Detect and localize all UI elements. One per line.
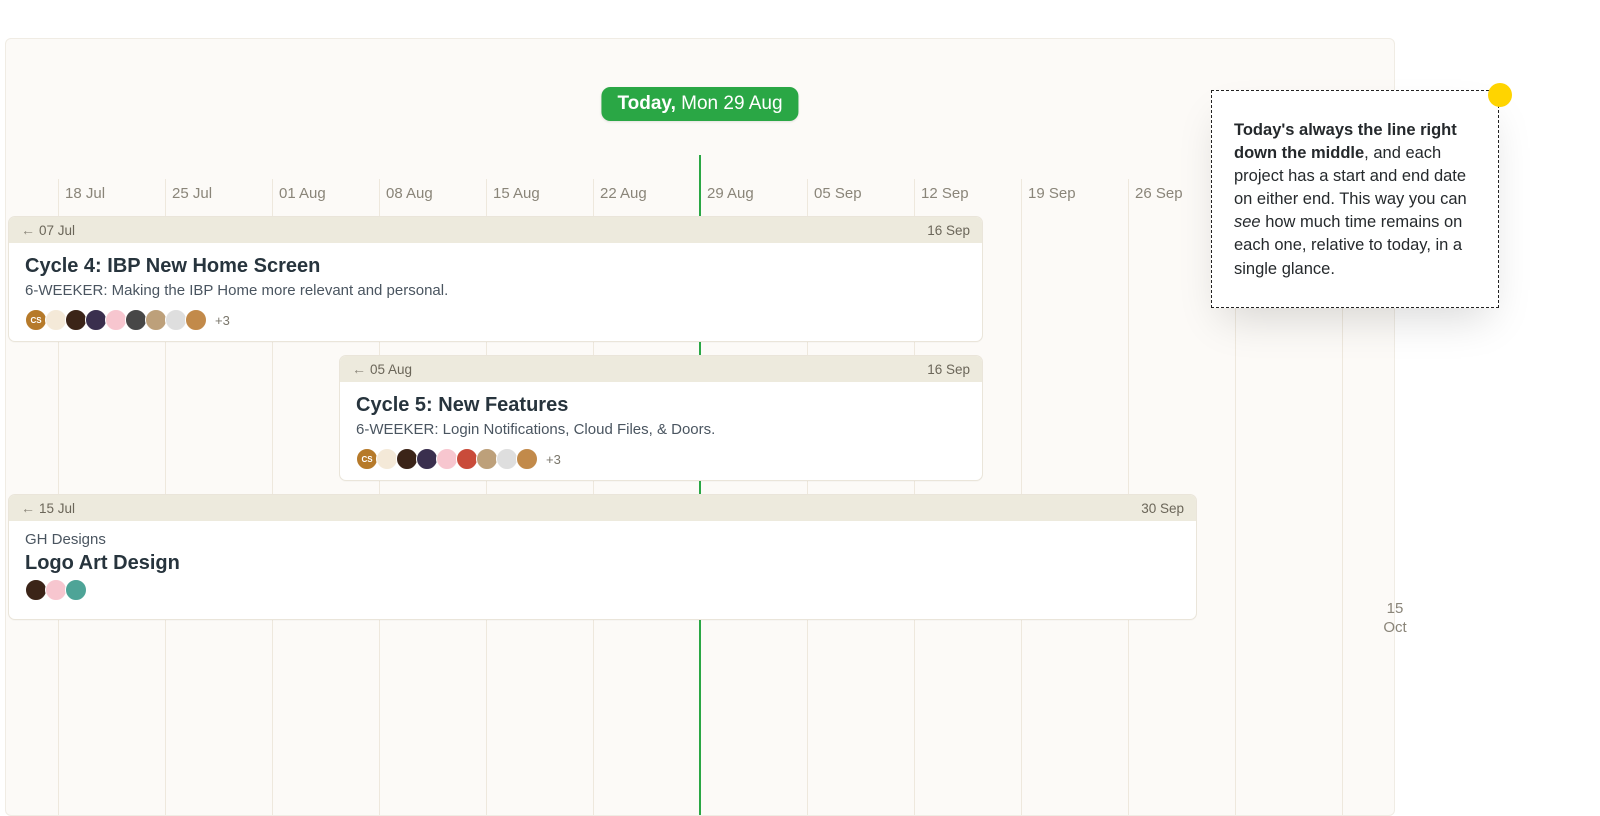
avatar: CS bbox=[25, 309, 47, 331]
avatar bbox=[165, 309, 187, 331]
avatar bbox=[125, 309, 147, 331]
avatar bbox=[25, 579, 47, 601]
avatar bbox=[145, 309, 167, 331]
timeline-date-label: 26 Sep bbox=[1135, 185, 1183, 202]
today-label-bold: Today, bbox=[617, 93, 675, 114]
avatar bbox=[45, 309, 67, 331]
project-card-body: GH Designs Logo Art Design bbox=[9, 521, 1196, 615]
avatar bbox=[65, 309, 87, 331]
avatar bbox=[85, 309, 107, 331]
annotation-tail-b: how much time remains on each one, relat… bbox=[1234, 213, 1462, 277]
project-subtitle: 6-WEEKER: Making the IBP Home more relev… bbox=[25, 282, 966, 299]
project-card-header: ← 05 Aug 16 Sep bbox=[340, 356, 982, 382]
avatar bbox=[436, 448, 458, 470]
project-card-header: ← 15 Jul 30 Sep bbox=[9, 495, 1196, 521]
avatar bbox=[185, 309, 207, 331]
project-end-date: 16 Sep bbox=[927, 223, 970, 238]
avatar-stack: CS +3 bbox=[356, 448, 966, 470]
project-title: Logo Art Design bbox=[25, 552, 1180, 575]
project-start-date: 05 Aug bbox=[370, 362, 412, 377]
arrow-left-icon: ← bbox=[352, 361, 366, 377]
avatar bbox=[396, 448, 418, 470]
project-card[interactable]: ← 15 Jul 30 Sep GH Designs Logo Art Design bbox=[8, 494, 1197, 620]
avatar bbox=[45, 579, 67, 601]
avatar bbox=[376, 448, 398, 470]
timeline-date-label: 05 Sep bbox=[814, 185, 862, 202]
project-card-body: Cycle 5: New Features 6-WEEKER: Login Not… bbox=[340, 382, 982, 481]
project-end-date: 16 Sep bbox=[927, 362, 970, 377]
timeline-viewport[interactable]: 18 Jul 25 Jul 01 Aug 08 Aug 15 Aug 22 Aug 29 A… bbox=[5, 38, 1395, 816]
timeline-date-label: 18 Jul bbox=[65, 185, 105, 202]
avatar bbox=[476, 448, 498, 470]
project-card-body: Cycle 4: IBP New Home Screen 6-WEEKER: Ma… bbox=[9, 243, 982, 342]
avatar bbox=[105, 309, 127, 331]
avatar bbox=[456, 448, 478, 470]
project-start-date: 15 Jul bbox=[39, 501, 75, 516]
project-card-header: ← 07 Jul 16 Sep bbox=[9, 217, 982, 243]
project-title: Cycle 5: New Features bbox=[356, 394, 966, 417]
avatar: CS bbox=[356, 448, 378, 470]
avatar bbox=[516, 448, 538, 470]
project-start-date: 07 Jul bbox=[39, 223, 75, 238]
project-client: GH Designs bbox=[25, 531, 1180, 548]
arrow-left-icon: ← bbox=[21, 500, 35, 516]
timeline-date-label: 22 Aug bbox=[600, 185, 647, 202]
timeline-date-label: 25 Jul bbox=[172, 185, 212, 202]
timeline-date-label: 29 Aug bbox=[707, 185, 754, 202]
arrow-left-icon: ← bbox=[21, 222, 35, 238]
edge-date: 15Oct bbox=[1380, 600, 1410, 638]
project-card[interactable]: ← 07 Jul 16 Sep Cycle 4: IBP New Home Scree… bbox=[8, 216, 983, 342]
annotation-callout: Today's always the line right down the m… bbox=[1211, 90, 1499, 308]
project-title: Cycle 4: IBP New Home Screen bbox=[25, 255, 966, 278]
timeline-date-label: 08 Aug bbox=[386, 185, 433, 202]
avatar bbox=[65, 579, 87, 601]
today-label-rest: Mon 29 Aug bbox=[676, 93, 783, 114]
annotation-see: see bbox=[1234, 213, 1261, 231]
today-pill[interactable]: Today, Mon 29 Aug bbox=[601, 87, 798, 121]
avatar-overflow-count: +3 bbox=[215, 313, 230, 328]
avatar bbox=[496, 448, 518, 470]
avatar bbox=[416, 448, 438, 470]
annotation-marker-dot bbox=[1488, 83, 1512, 107]
timeline-date-label: 12 Sep bbox=[921, 185, 969, 202]
avatar-overflow-count: +3 bbox=[546, 452, 561, 467]
timeline-date-label: 01 Aug bbox=[279, 185, 326, 202]
project-card[interactable]: ← 05 Aug 16 Sep Cycle 5: New Features 6-WEEK… bbox=[339, 355, 983, 481]
project-end-date: 30 Sep bbox=[1141, 501, 1184, 516]
timeline-date-label: 19 Sep bbox=[1028, 185, 1076, 202]
avatar-stack bbox=[25, 579, 1180, 601]
timeline-date-label: 15 Aug bbox=[493, 185, 540, 202]
avatar-stack: CS +3 bbox=[25, 309, 966, 331]
project-subtitle: 6-WEEKER: Login Notifications, Cloud Fil… bbox=[356, 421, 966, 438]
